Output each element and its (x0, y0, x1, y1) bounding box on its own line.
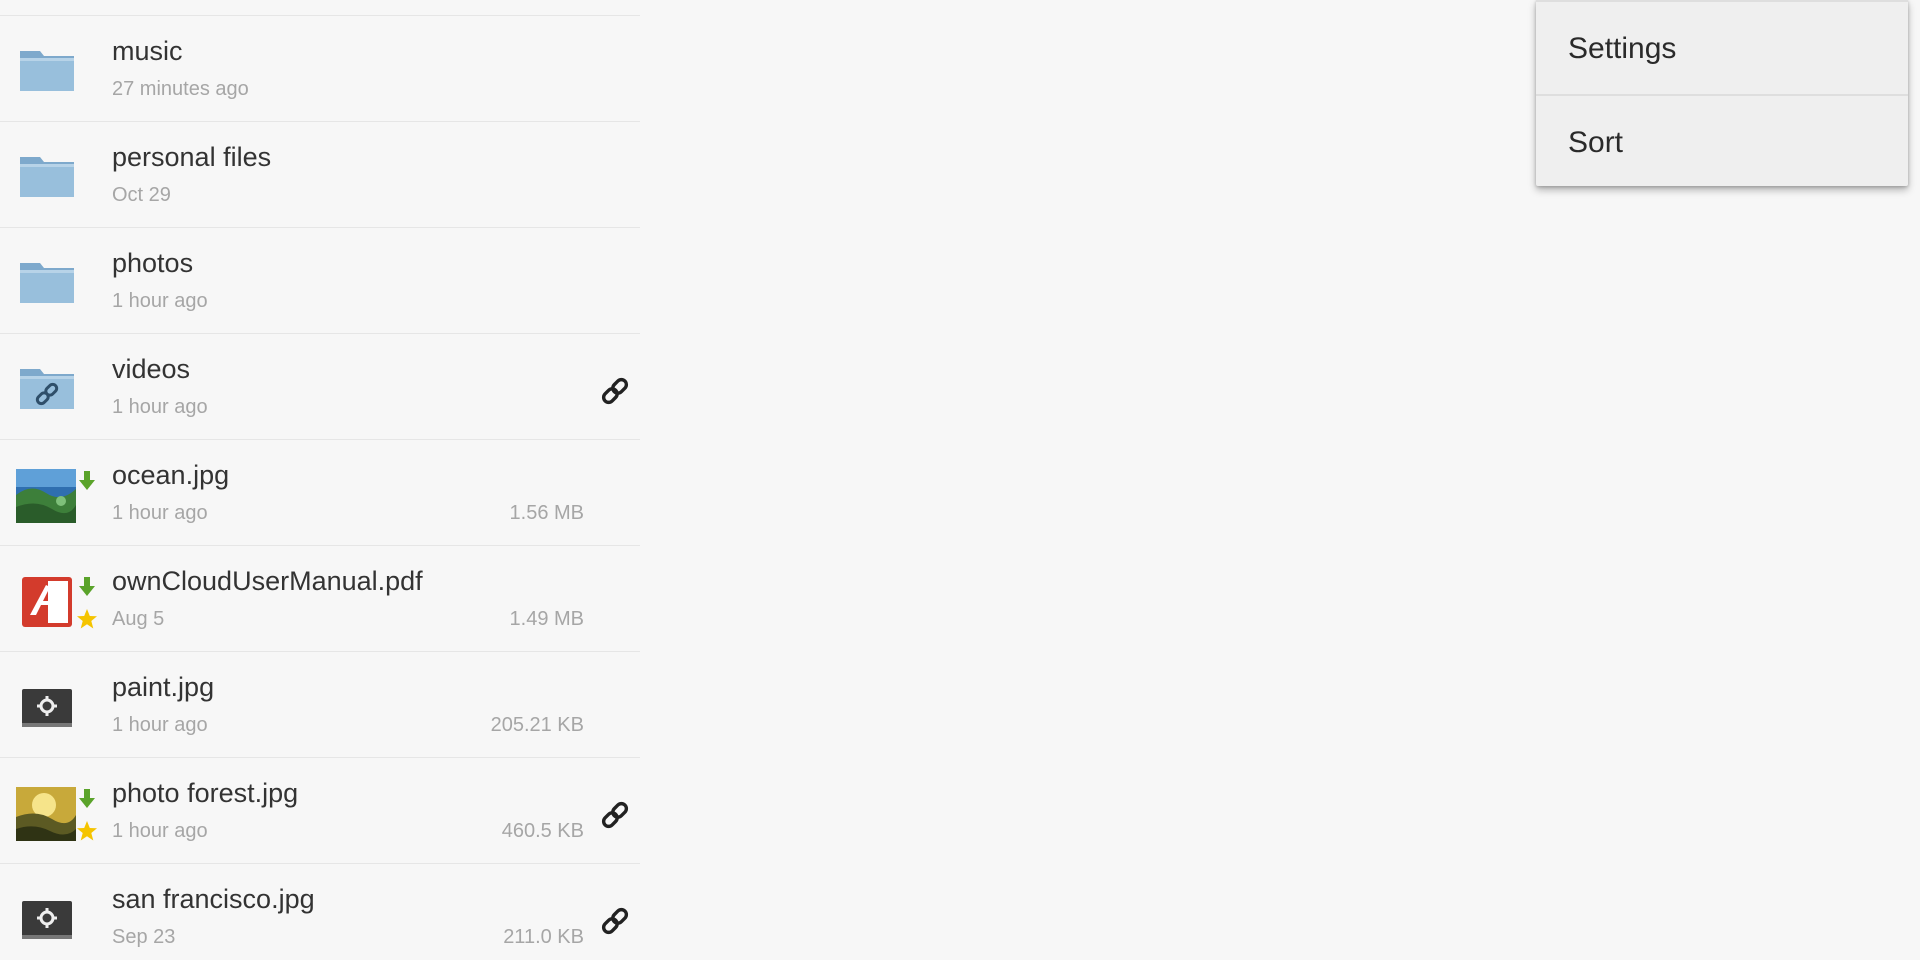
file-size: 1.56 MB (509, 502, 584, 524)
file-name: san francisco.jpg (112, 884, 315, 914)
downloaded-icon (79, 471, 95, 490)
list-item-photos[interactable]: photos 1 hour ago (0, 228, 640, 334)
file-size: 205.21 KB (490, 714, 584, 736)
list-item-photo-forest-jpg[interactable]: photo forest.jpg 1 hour ago 460.5 KB (0, 758, 640, 864)
list-item-paint-jpg[interactable]: paint.jpg 1 hour ago 205.21 KB (0, 652, 640, 758)
file-name: personal files (112, 142, 272, 172)
menu-item-label: Settings (1568, 32, 1677, 65)
shared-folder-icon (20, 369, 74, 409)
image-file-icon (22, 689, 72, 727)
favorite-star-icon (77, 821, 97, 841)
overflow-menu: Settings Sort (1536, 0, 1908, 186)
pdf-file-icon (22, 577, 72, 627)
list-item-personal-files[interactable]: personal files Oct 29 (0, 122, 640, 228)
file-modified: Sep 23 (112, 926, 176, 948)
file-size: 211.0 KB (503, 926, 584, 948)
file-name: ocean.jpg (112, 460, 230, 490)
file-modified: Oct 29 (112, 184, 171, 206)
share-link-icon[interactable] (598, 904, 632, 938)
folder-icon (20, 51, 74, 91)
downloaded-icon (79, 577, 95, 596)
folder-icon (20, 157, 74, 197)
ocean-image-thumbnail (16, 469, 76, 523)
list-item-music[interactable]: music 27 minutes ago (0, 16, 640, 122)
menu-item-settings[interactable]: Settings (1536, 2, 1908, 94)
file-modified: 27 minutes ago (112, 78, 249, 100)
favorite-star-icon (77, 609, 97, 629)
menu-item-sort[interactable]: Sort (1536, 96, 1908, 188)
file-list: music 27 minutes ago personal files Oct … (0, 0, 640, 960)
file-name: paint.jpg (112, 672, 215, 702)
file-modified: 1 hour ago (112, 502, 208, 524)
folder-icon (20, 263, 74, 303)
list-item-ocean-jpg[interactable]: ocean.jpg 1 hour ago 1.56 MB (0, 440, 640, 546)
share-link-icon[interactable] (598, 798, 632, 832)
list-item-owncloud-user-manual-pdf[interactable]: ownCloudUserManual.pdf Aug 5 1.49 MB (0, 546, 640, 652)
file-name: photo forest.jpg (112, 778, 299, 808)
image-file-icon (22, 901, 72, 939)
file-modified: 1 hour ago (112, 290, 208, 312)
file-size: 460.5 KB (501, 820, 584, 842)
list-item-san-francisco-jpg[interactable]: san francisco.jpg Sep 23 211.0 KB (0, 864, 640, 960)
file-name: ownCloudUserManual.pdf (112, 566, 423, 596)
file-modified: 1 hour ago (112, 396, 208, 418)
list-item-videos[interactable]: videos 1 hour ago (0, 334, 640, 440)
forest-image-thumbnail (16, 787, 76, 841)
share-link-icon[interactable] (598, 374, 632, 408)
menu-item-label: Sort (1568, 126, 1624, 159)
downloaded-icon (79, 789, 95, 808)
file-modified: 1 hour ago (112, 714, 208, 736)
file-name: photos (112, 248, 194, 278)
file-modified: 1 hour ago (112, 820, 208, 842)
file-size: 1.49 MB (509, 608, 584, 630)
file-name: music (112, 36, 183, 66)
file-modified: Aug 5 (112, 608, 165, 630)
file-name: videos (112, 354, 191, 384)
